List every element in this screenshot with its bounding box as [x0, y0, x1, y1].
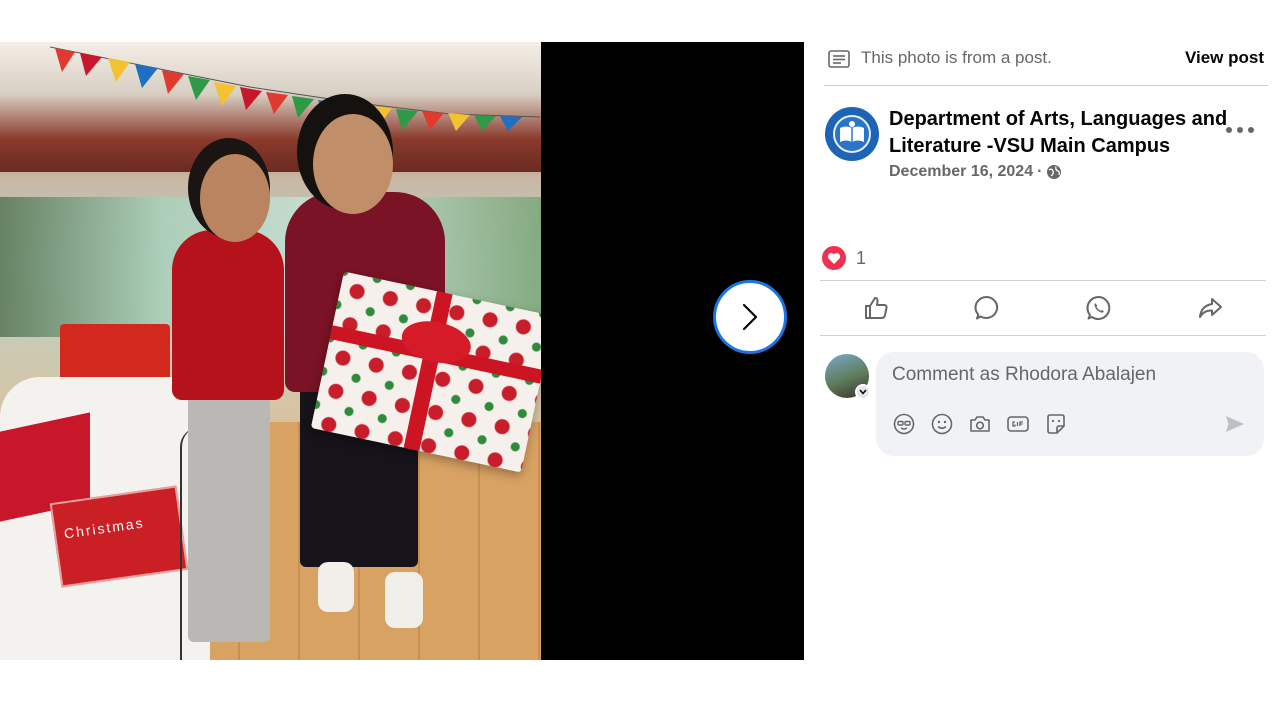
- comment-composer: [876, 352, 1264, 456]
- globe-icon: [1047, 165, 1062, 179]
- emoji-icon: [931, 413, 953, 435]
- comment-input[interactable]: [892, 364, 1212, 386]
- post-date[interactable]: December 16, 2024: [889, 163, 1033, 181]
- post-note-bar: This photo is from a post. View post: [824, 42, 1268, 86]
- photo-bunting: [50, 46, 540, 131]
- post-actions-bar: [820, 280, 1266, 336]
- page-avatar[interactable]: [825, 107, 879, 161]
- photo-person-left: [172, 230, 284, 400]
- gift-wrap-text: Christmas: [62, 514, 146, 542]
- like-icon: [864, 297, 888, 319]
- photo-person-left-head: [200, 154, 270, 242]
- send-icon: [1226, 416, 1244, 432]
- reaction-count: 1: [856, 247, 867, 268]
- like-button[interactable]: [820, 281, 932, 335]
- reactions-summary[interactable]: 1: [822, 246, 866, 270]
- document-icon: [828, 50, 850, 68]
- page-name-link[interactable]: Department of Arts, Languages and Litera…: [889, 106, 1229, 160]
- meta-separator: ·: [1037, 163, 1043, 180]
- photo-shoe: [385, 572, 423, 628]
- avatar-sticker-icon: [893, 413, 915, 435]
- love-reaction-icon: [822, 246, 846, 270]
- user-avatar[interactable]: [825, 354, 871, 400]
- chevron-down-icon[interactable]: [855, 384, 871, 400]
- whatsapp-icon: [1086, 295, 1111, 320]
- book-logo-icon: [833, 115, 871, 153]
- post-meta: December 16, 2024 ·: [889, 163, 1062, 181]
- whatsapp-share-button[interactable]: [1043, 281, 1155, 335]
- next-photo-button[interactable]: [713, 280, 787, 354]
- post-photo[interactable]: Christmas: [0, 42, 541, 660]
- gift-ribbon: [403, 291, 453, 451]
- photo-viewer: Christmas: [0, 42, 804, 660]
- more-options-button[interactable]: [1226, 120, 1254, 140]
- post-note-text: This photo is from a post.: [861, 48, 1052, 67]
- dot: [1226, 127, 1232, 133]
- share-button[interactable]: [1155, 281, 1267, 335]
- heart-icon: [827, 252, 841, 264]
- view-post-link[interactable]: View post: [1185, 48, 1264, 68]
- camera-icon: [970, 416, 990, 432]
- chevron-down-glyph: [859, 389, 867, 395]
- photo-person-right-head: [313, 114, 393, 214]
- post-side-panel: This photo is from a post. View post Dep…: [820, 42, 1270, 702]
- send-comment-button[interactable]: [1224, 414, 1246, 439]
- sticker-button[interactable]: [1044, 412, 1068, 436]
- photo-shoe: [318, 562, 354, 612]
- photo-person-left-legs: [188, 392, 270, 642]
- comment-button[interactable]: [932, 281, 1044, 335]
- dot: [1248, 127, 1254, 133]
- photo-small-gift: Christmas: [49, 485, 189, 588]
- photo-attach-button[interactable]: [968, 412, 992, 436]
- gif-button[interactable]: [1006, 412, 1030, 436]
- avatar-sticker-button[interactable]: [892, 412, 916, 436]
- dot: [1237, 127, 1243, 133]
- emoji-button[interactable]: [930, 412, 954, 436]
- sticker-icon: [1047, 414, 1065, 434]
- share-icon: [1199, 298, 1223, 318]
- gif-icon: [1007, 416, 1029, 432]
- comment-tools: [892, 412, 1068, 436]
- comment-icon: [974, 295, 999, 320]
- chevron-right-icon: [742, 303, 758, 331]
